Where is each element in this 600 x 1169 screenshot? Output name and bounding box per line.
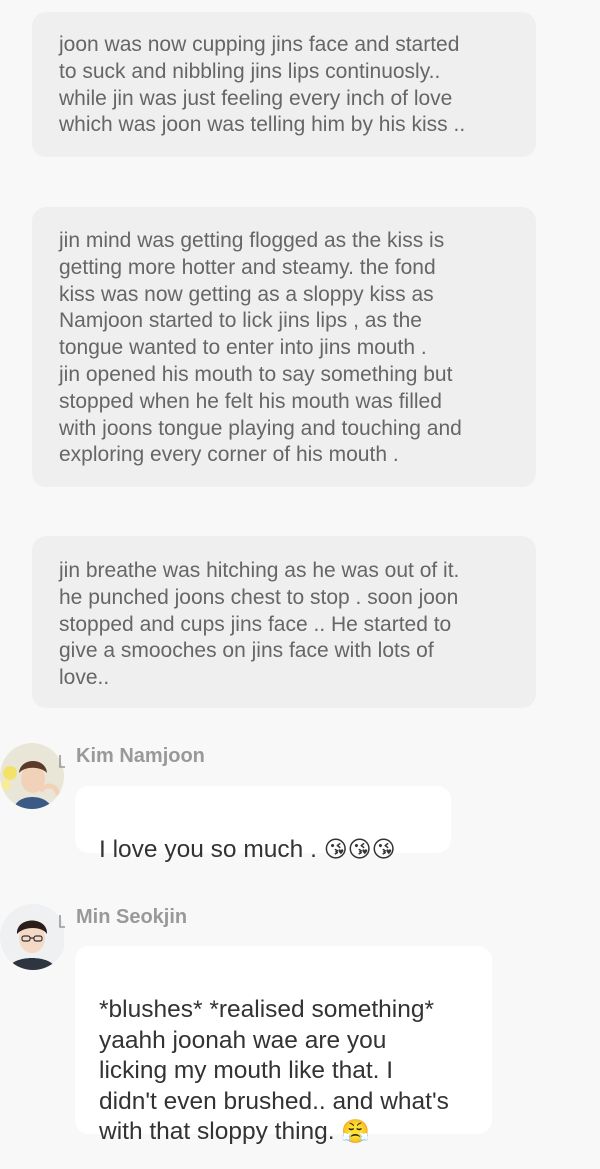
sender-name[interactable]: Min Seokjin — [76, 906, 187, 929]
avatar-min-seokjin[interactable] — [0, 904, 66, 970]
narration-bubble: jin mind was getting flogged as the kiss… — [32, 207, 536, 487]
seokjin-avatar-image — [0, 904, 64, 970]
message-text: I love you so much . — [99, 836, 324, 864]
kissing-face-icon: 😘😘😘 — [323, 837, 396, 864]
narration-bubble: jin breathe was hitching as he was out o… — [32, 536, 536, 708]
gender-icon — [59, 915, 65, 928]
steam-face-icon: 😤 — [341, 1119, 371, 1146]
narration-bubble: joon was now cupping jins face and start… — [32, 12, 536, 157]
avatar-kim-namjoon[interactable] — [0, 743, 64, 809]
sender-name[interactable]: Kim Namjoon — [76, 745, 205, 768]
namjoon-avatar-image — [0, 743, 64, 809]
message-text: *blushes* *realised something* yaahh joo… — [99, 996, 449, 1146]
message-bubble[interactable]: I love you so much . 😘😘😘 — [75, 786, 451, 863]
gender-icon — [59, 755, 65, 768]
message-bubble[interactable]: *blushes* *realised something* yaahh joo… — [75, 946, 492, 1145]
